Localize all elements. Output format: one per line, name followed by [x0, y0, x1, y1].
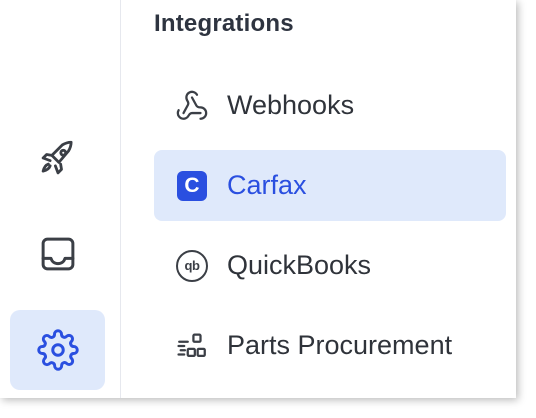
parts-procurement-icon [175, 329, 209, 363]
integrations-panel: Integrations Webhooks C Carfax qb QuickB… [121, 0, 516, 398]
menu-item-label: Webhooks [227, 90, 355, 120]
carfax-logo-glyph: C [177, 170, 207, 201]
icon-rail [0, 0, 121, 398]
quickbooks-logo-glyph: qb [176, 249, 208, 282]
menu-item-parts-procurement[interactable]: Parts Procurement [154, 310, 506, 381]
carfax-logo-icon: C [175, 169, 209, 203]
menu-item-quickbooks[interactable]: qb QuickBooks [154, 230, 506, 301]
rocket-icon [37, 137, 79, 179]
menu-item-label: Carfax [227, 170, 307, 200]
webhook-icon [175, 89, 209, 123]
menu-item-label: QuickBooks [227, 250, 372, 280]
gear-icon [36, 329, 79, 371]
rail-button-inbox[interactable] [10, 214, 105, 294]
menu-item-webhooks[interactable]: Webhooks [154, 70, 506, 141]
rail-button-settings[interactable] [10, 310, 105, 390]
rail-button-launch[interactable] [10, 118, 105, 198]
menu-item-label: Parts Procurement [227, 330, 453, 360]
menu-item-carfax[interactable]: C Carfax [154, 150, 506, 221]
settings-navigation-window: Integrations Webhooks C Carfax qb QuickB… [0, 0, 516, 398]
section-title: Integrations [154, 10, 294, 37]
inbox-icon [37, 233, 79, 275]
quickbooks-icon: qb [175, 249, 209, 283]
